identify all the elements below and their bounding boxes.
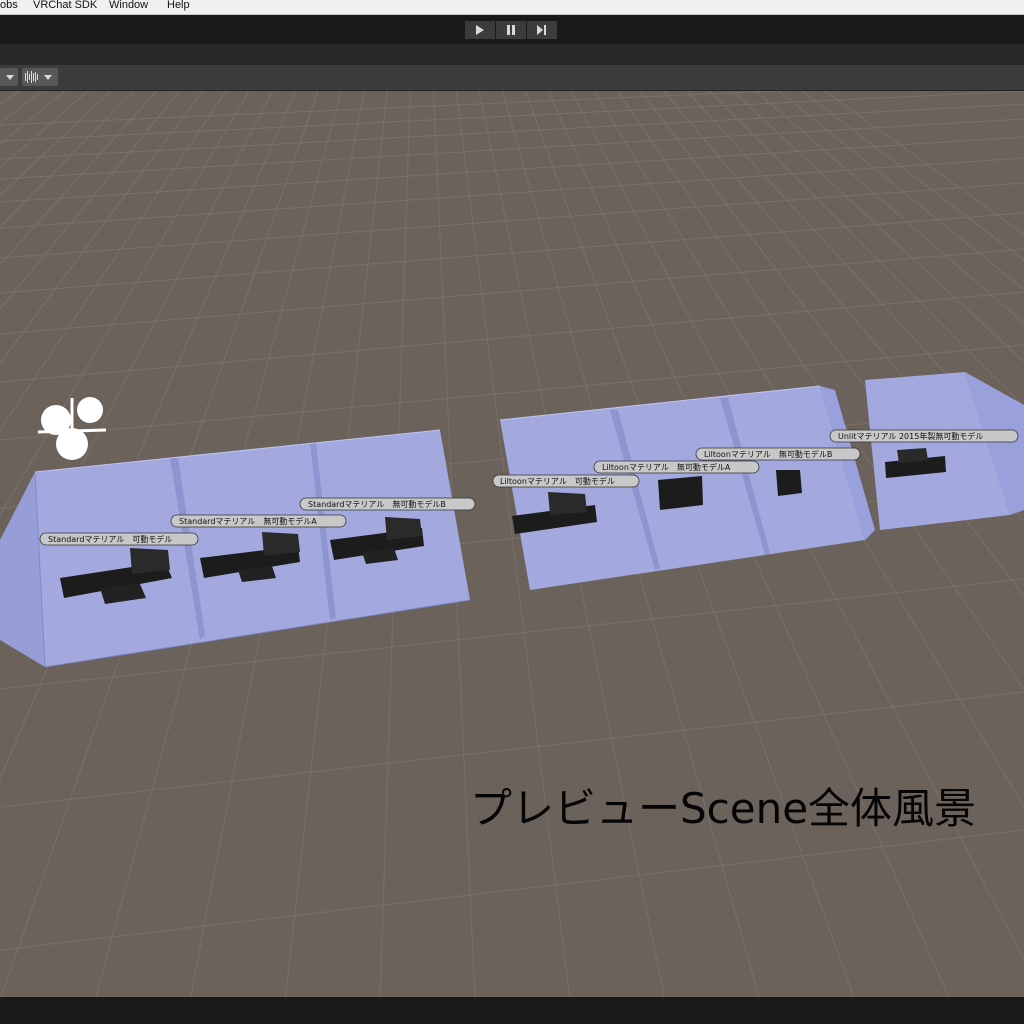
- label-liltoon-static-b: Liltoonマテリアル 無可動モデルB: [695, 447, 861, 461]
- svg-text:Unlitマテリアル 2015年製無可動モデル: Unlitマテリアル 2015年製無可動モデル: [838, 431, 983, 441]
- label-standard-static-b: Standardマテリアル 無可動モデルB: [299, 497, 476, 511]
- menu-item-prefabs[interactable]: obs: [0, 0, 18, 11]
- caption-text: プレビューScene全体風景: [470, 784, 977, 833]
- label-standard-static-a: Standardマテリアル 無可動モデルA: [170, 514, 347, 528]
- svg-text:Liltoonマテリアル 可動モデル: Liltoonマテリアル 可動モデル: [500, 476, 615, 486]
- chevron-down-icon: [6, 75, 14, 80]
- pause-button[interactable]: [496, 21, 526, 39]
- play-icon: [476, 25, 484, 35]
- label-liltoon-movable: Liltoonマテリアル 可動モデル: [492, 474, 640, 488]
- booth-unlit: [865, 372, 1024, 530]
- label-liltoon-static-a: Liltoonマテリアル 無可動モデルA: [593, 460, 760, 474]
- menu-item-vrchat-sdk[interactable]: VRChat SDK: [33, 0, 97, 11]
- play-button[interactable]: [465, 21, 495, 39]
- svg-text:Standardマテリアル 可動モデル: Standardマテリアル 可動モデル: [48, 534, 172, 544]
- shading-dropdown[interactable]: [0, 68, 18, 86]
- menu-bar: obs VRChat SDK Window Help: [0, 0, 1024, 15]
- label-unlit: Unlitマテリアル 2015年製無可動モデル: [829, 429, 1019, 443]
- svg-text:Liltoonマテリアル 無可動モデルA: Liltoonマテリアル 無可動モデルA: [602, 462, 731, 472]
- avatar-model: [658, 476, 703, 510]
- svg-text:Standardマテリアル 無可動モデルB: Standardマテリアル 無可動モデルB: [308, 499, 446, 509]
- tab-strip: [0, 44, 1024, 65]
- scene-viewport[interactable]: Standardマテリアル 可動モデル Standardマテリアル 無可動モデル…: [0, 91, 1024, 997]
- gizmos-dropdown[interactable]: [22, 68, 58, 86]
- step-button[interactable]: [527, 21, 557, 39]
- menu-item-help[interactable]: Help: [167, 0, 190, 11]
- status-bar: [0, 997, 1024, 1024]
- scene-render: Standardマテリアル 可動モデル Standardマテリアル 無可動モデル…: [0, 91, 1024, 997]
- menu-item-window[interactable]: Window: [109, 0, 148, 11]
- audio-waveform-icon: [25, 71, 52, 83]
- main-toolbar: [0, 15, 1024, 44]
- play-controls: [465, 21, 559, 39]
- svg-text:Standardマテリアル 無可動モデルA: Standardマテリアル 無可動モデルA: [179, 516, 317, 526]
- scene-toolbar: [0, 65, 1024, 91]
- step-icon: [537, 25, 546, 35]
- svg-text:Liltoonマテリアル 無可動モデルB: Liltoonマテリアル 無可動モデルB: [704, 449, 832, 459]
- avatar-model: [776, 470, 802, 496]
- label-standard-movable: Standardマテリアル 可動モデル: [39, 532, 199, 546]
- pause-icon: [507, 25, 515, 35]
